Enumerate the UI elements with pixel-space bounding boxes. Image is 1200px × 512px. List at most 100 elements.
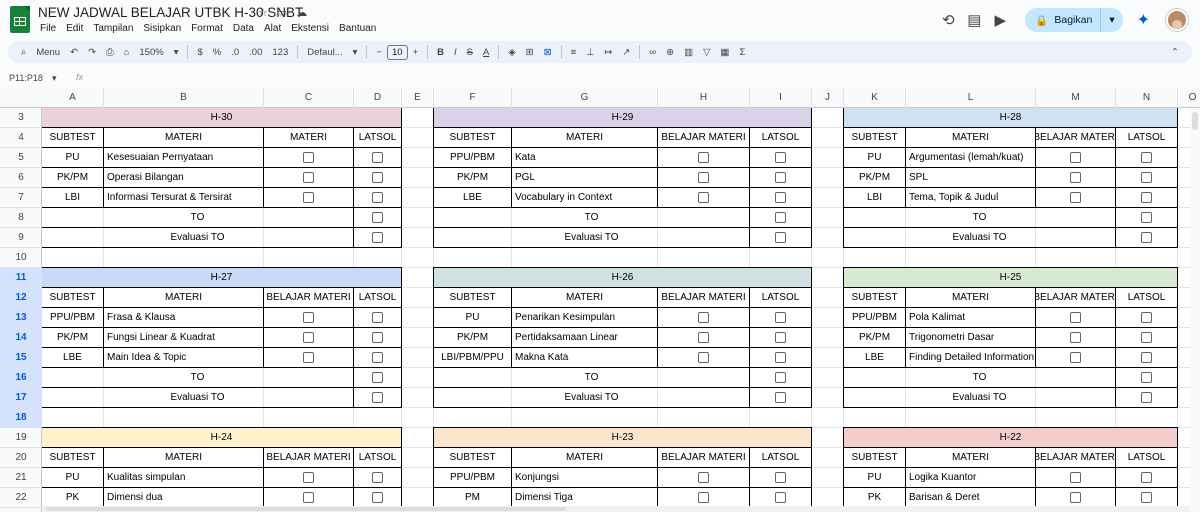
checkbox[interactable] bbox=[372, 352, 383, 363]
menu-file[interactable]: File bbox=[38, 23, 58, 34]
to-checkbox-cell[interactable] bbox=[749, 367, 812, 388]
menu-insert[interactable]: Sisipkan bbox=[141, 23, 183, 34]
subtest-cell[interactable]: PU bbox=[42, 467, 104, 488]
checkbox[interactable] bbox=[775, 232, 786, 243]
block-title-h29[interactable]: H-29 bbox=[433, 108, 812, 128]
cloud-status-icon[interactable]: ☁ bbox=[296, 6, 307, 19]
column-header-k[interactable]: K bbox=[844, 88, 906, 108]
to-cell[interactable]: TO bbox=[843, 367, 1116, 388]
checkbox[interactable] bbox=[775, 152, 786, 163]
materi-checkbox-cell[interactable] bbox=[1035, 327, 1116, 348]
chevron-down-icon[interactable]: ▾ bbox=[169, 47, 184, 58]
column-label-h22[interactable]: BELAJAR MATERI bbox=[1035, 447, 1116, 468]
checkbox[interactable] bbox=[1141, 372, 1152, 383]
filter-views-icon[interactable]: ▦ bbox=[715, 47, 734, 58]
checkbox[interactable] bbox=[1070, 332, 1081, 343]
menu-help[interactable]: Bantuan bbox=[337, 23, 378, 34]
filter-icon[interactable]: ▽ bbox=[698, 47, 715, 58]
latsol-checkbox-cell[interactable] bbox=[353, 187, 402, 208]
column-header-n[interactable]: N bbox=[1116, 88, 1178, 108]
column-label-h22[interactable]: LATSOL bbox=[1115, 447, 1178, 468]
materi-checkbox-cell[interactable] bbox=[263, 307, 354, 328]
column-header-i[interactable]: I bbox=[750, 88, 812, 108]
row-header-22[interactable]: 22 bbox=[0, 488, 42, 508]
row-header-5[interactable]: 5 bbox=[0, 148, 42, 168]
subtest-cell[interactable]: PU bbox=[433, 307, 512, 328]
vertical-align-icon[interactable]: ⊥ bbox=[581, 47, 599, 58]
latsol-checkbox-cell[interactable] bbox=[749, 307, 812, 328]
evaluasi-checkbox-cell[interactable] bbox=[1115, 227, 1178, 248]
move-folder-icon[interactable]: ▭ bbox=[277, 6, 287, 19]
comments-icon[interactable]: ▤ bbox=[961, 11, 987, 29]
checkbox[interactable] bbox=[372, 212, 383, 223]
checkbox[interactable] bbox=[1070, 192, 1081, 203]
column-header-g[interactable]: G bbox=[512, 88, 658, 108]
menu-tools[interactable]: Alat bbox=[262, 23, 283, 34]
checkbox[interactable] bbox=[303, 152, 314, 163]
collapse-toolbar-icon[interactable]: ⌃ bbox=[1166, 47, 1184, 58]
checkbox[interactable] bbox=[1070, 152, 1081, 163]
materi-cell[interactable]: Kualitas simpulan bbox=[103, 467, 264, 488]
column-label-h29[interactable]: BELAJAR MATERI bbox=[657, 127, 750, 148]
latsol-checkbox-cell[interactable] bbox=[1115, 327, 1178, 348]
latsol-checkbox-cell[interactable] bbox=[749, 467, 812, 488]
italic-icon[interactable]: I bbox=[449, 47, 462, 58]
latsol-checkbox-cell[interactable] bbox=[1115, 347, 1178, 368]
column-label-h27[interactable]: LATSOL bbox=[353, 287, 402, 308]
evaluasi-checkbox-cell[interactable] bbox=[353, 387, 402, 408]
latsol-checkbox-cell[interactable] bbox=[749, 147, 812, 168]
sheet-grid[interactable]: ABCDEFGHIJKLMNO 3 4 5 6 7 8 9 10 11 12 13 14 15 16 17 1… bbox=[0, 88, 1200, 512]
share-button[interactable]: 🔒 Bagikan ▾ bbox=[1025, 8, 1123, 32]
subtest-cell[interactable]: LBE bbox=[843, 347, 906, 368]
evaluasi-checkbox-cell[interactable] bbox=[353, 227, 402, 248]
subtest-cell[interactable]: PK/PM bbox=[843, 167, 906, 188]
checkbox[interactable] bbox=[698, 312, 709, 323]
materi-cell[interactable]: Trigonometri Dasar bbox=[905, 327, 1036, 348]
text-rotation-icon[interactable]: ↗ bbox=[617, 47, 635, 58]
font-size-input[interactable]: 10 bbox=[386, 44, 408, 60]
checkbox[interactable] bbox=[303, 492, 314, 503]
evaluasi-to-cell[interactable]: Evaluasi TO bbox=[433, 227, 750, 248]
checkbox[interactable] bbox=[698, 172, 709, 183]
materi-checkbox-cell[interactable] bbox=[263, 187, 354, 208]
latsol-checkbox-cell[interactable] bbox=[353, 487, 402, 508]
materi-checkbox-cell[interactable] bbox=[1035, 167, 1116, 188]
row-header-19[interactable]: 19 bbox=[0, 428, 42, 448]
latsol-checkbox-cell[interactable] bbox=[353, 327, 402, 348]
subtest-cell[interactable]: LBE bbox=[433, 187, 512, 208]
currency-format-button[interactable]: $ bbox=[192, 47, 207, 58]
materi-cell[interactable]: Frasa & Klausa bbox=[103, 307, 264, 328]
subtest-cell[interactable]: LBI bbox=[843, 187, 906, 208]
materi-checkbox-cell[interactable] bbox=[263, 147, 354, 168]
meet-icon[interactable]: ▶ bbox=[987, 11, 1013, 29]
subtest-cell[interactable]: PPU/PBM bbox=[42, 307, 104, 328]
subtest-cell[interactable]: PK/PM bbox=[42, 327, 104, 348]
subtest-cell[interactable]: LBI bbox=[42, 187, 104, 208]
materi-checkbox-cell[interactable] bbox=[263, 467, 354, 488]
horizontal-scrollbar[interactable] bbox=[42, 506, 1190, 512]
to-cell[interactable]: TO bbox=[433, 367, 750, 388]
materi-checkbox-cell[interactable] bbox=[657, 307, 750, 328]
evaluasi-checkbox-cell[interactable] bbox=[749, 227, 812, 248]
materi-cell[interactable]: Dimensi Tiga bbox=[511, 487, 658, 508]
evaluasi-checkbox-cell[interactable] bbox=[1115, 387, 1178, 408]
functions-icon[interactable]: Σ bbox=[734, 47, 750, 58]
merge-cells-icon[interactable]: ⊠ bbox=[539, 47, 557, 58]
star-icon[interactable]: ☆ bbox=[258, 6, 268, 19]
column-label-h28[interactable]: BELAJAR MATERI bbox=[1035, 127, 1116, 148]
materi-checkbox-cell[interactable] bbox=[263, 347, 354, 368]
subtest-cell[interactable]: PPU/PBM bbox=[843, 307, 906, 328]
block-title-h30[interactable]: H-30 bbox=[42, 108, 402, 128]
row-header-11[interactable]: 11 bbox=[0, 268, 42, 288]
column-header-h[interactable]: H bbox=[658, 88, 750, 108]
column-header-b[interactable]: B bbox=[104, 88, 264, 108]
materi-checkbox-cell[interactable] bbox=[1035, 347, 1116, 368]
row-header-3[interactable]: 3 bbox=[0, 108, 42, 128]
materi-cell[interactable]: Makna Kata bbox=[511, 347, 658, 368]
more-formats-button[interactable]: 123 bbox=[267, 47, 293, 58]
block-title-h24[interactable]: H-24 bbox=[42, 427, 402, 448]
materi-checkbox-cell[interactable] bbox=[657, 467, 750, 488]
row-header-15[interactable]: 15 bbox=[0, 348, 42, 368]
column-label-h23[interactable]: MATERI bbox=[511, 447, 658, 468]
subtest-cell[interactable]: PM bbox=[433, 487, 512, 508]
